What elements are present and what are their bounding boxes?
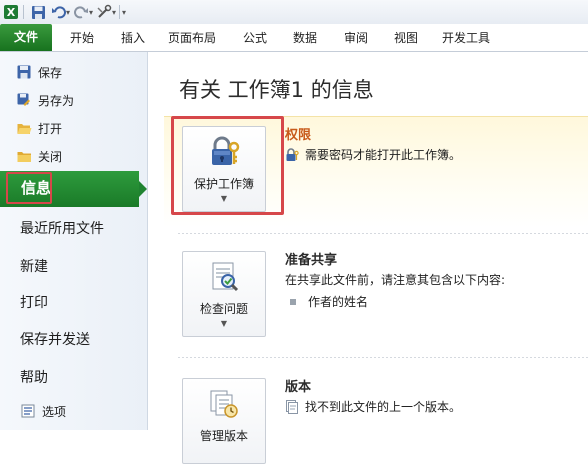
backstage-nav: 保存 另存为 打开 关闭 信息 最近所用文件 新建 打印 保存并发送 帮助 选项 [0, 52, 148, 430]
highlight-box [171, 116, 284, 215]
check-for-issues-label: 检查问题 [199, 302, 248, 316]
tab-insert[interactable]: 插入 [112, 25, 154, 51]
undo-icon[interactable] [49, 3, 67, 21]
excel-logo-icon: X [2, 3, 20, 21]
tab-file[interactable]: 文件 [0, 24, 52, 51]
chevron-down-icon: ▼ [220, 319, 228, 328]
highlight-box [6, 172, 52, 204]
tools-dropdown-icon[interactable]: ▾ [112, 8, 116, 17]
manage-versions-button[interactable]: 管理版本 [182, 378, 266, 464]
nav-item-options-label: 选项 [42, 404, 67, 419]
nav-item-save-label: 保存 [38, 65, 63, 80]
check-for-issues-button[interactable]: 检查问题 ▼ [182, 251, 266, 337]
prepare-description: 在共享此文件前，请注意其包含以下内容: [285, 273, 506, 287]
redo-icon[interactable] [72, 3, 90, 21]
permissions-status: 需要密码才能打开此工作簿。 [285, 146, 461, 163]
tab-data[interactable]: 数据 [280, 25, 330, 51]
prepare-heading: 准备共享 [285, 253, 338, 268]
save-icon [16, 64, 32, 80]
customize-toolbar-icon[interactable]: ▾ [122, 8, 126, 17]
bullet-icon [290, 298, 296, 305]
versions-icon [207, 387, 241, 421]
versions-heading: 版本 [285, 380, 312, 395]
toolbar-separator [119, 5, 121, 19]
save-icon[interactable] [29, 3, 47, 21]
save-as-icon [16, 92, 32, 108]
versions-status: 找不到此文件的上一个版本。 [285, 398, 461, 415]
nav-item-close[interactable]: 关闭 [16, 146, 62, 166]
tab-view[interactable]: 视图 [382, 25, 430, 51]
prepare-bullet: 作者的姓名 [288, 293, 368, 310]
nav-item-save[interactable]: 保存 [16, 62, 62, 82]
tab-developer[interactable]: 开发工具 [430, 25, 502, 51]
nav-item-help[interactable]: 帮助 [20, 367, 48, 389]
inspect-document-icon [207, 260, 241, 294]
nav-item-close-label: 关闭 [38, 149, 63, 164]
nav-item-new[interactable]: 新建 [20, 256, 48, 278]
document-icon [285, 399, 299, 414]
info-panel: 有关 工作簿1 的信息 保护工作簿 ▼ 权限 需要密码才能打开此工作簿。 检查问… [148, 52, 588, 464]
nav-item-save-as[interactable]: 另存为 [16, 90, 74, 110]
page-title: 有关 工作簿1 的信息 [179, 78, 374, 102]
nav-item-save-send[interactable]: 保存并发送 [20, 329, 90, 351]
nav-item-info[interactable]: 信息 [0, 171, 147, 207]
tab-page-layout[interactable]: 页面布局 [154, 25, 230, 51]
tools-icon[interactable] [95, 3, 113, 21]
section-divider [178, 233, 588, 234]
redo-dropdown-icon[interactable]: ▾ [89, 8, 93, 17]
nav-item-options[interactable]: 选项 [20, 401, 66, 421]
close-folder-icon [16, 148, 32, 164]
nav-item-open-label: 打开 [38, 121, 63, 136]
quick-access-toolbar: X ▾ ▾ ▾ ▾ [0, 0, 588, 24]
tab-review[interactable]: 审阅 [330, 25, 382, 51]
permissions-line: 需要密码才能打开此工作簿。 [305, 148, 462, 162]
permissions-heading: 权限 [285, 128, 312, 143]
tab-formulas[interactable]: 公式 [230, 25, 280, 51]
options-icon [20, 403, 36, 419]
toolbar-separator [23, 5, 24, 19]
nav-item-recent[interactable]: 最近所用文件 [20, 218, 104, 240]
section-divider [178, 357, 588, 358]
undo-dropdown-icon[interactable]: ▾ [66, 8, 70, 17]
versions-line: 找不到此文件的上一个版本。 [305, 400, 462, 414]
prepare-bullet-text: 作者的姓名 [308, 295, 369, 309]
ribbon-tabs: 文件 开始 插入 页面布局 公式 数据 审阅 视图 开发工具 [0, 24, 588, 52]
nav-item-save-as-label: 另存为 [38, 93, 75, 108]
svg-text:X: X [7, 6, 16, 19]
nav-item-print[interactable]: 打印 [20, 292, 48, 314]
nav-item-open[interactable]: 打开 [16, 118, 62, 138]
open-folder-icon [16, 120, 32, 136]
lock-icon [285, 147, 299, 162]
tab-home[interactable]: 开始 [52, 25, 112, 51]
